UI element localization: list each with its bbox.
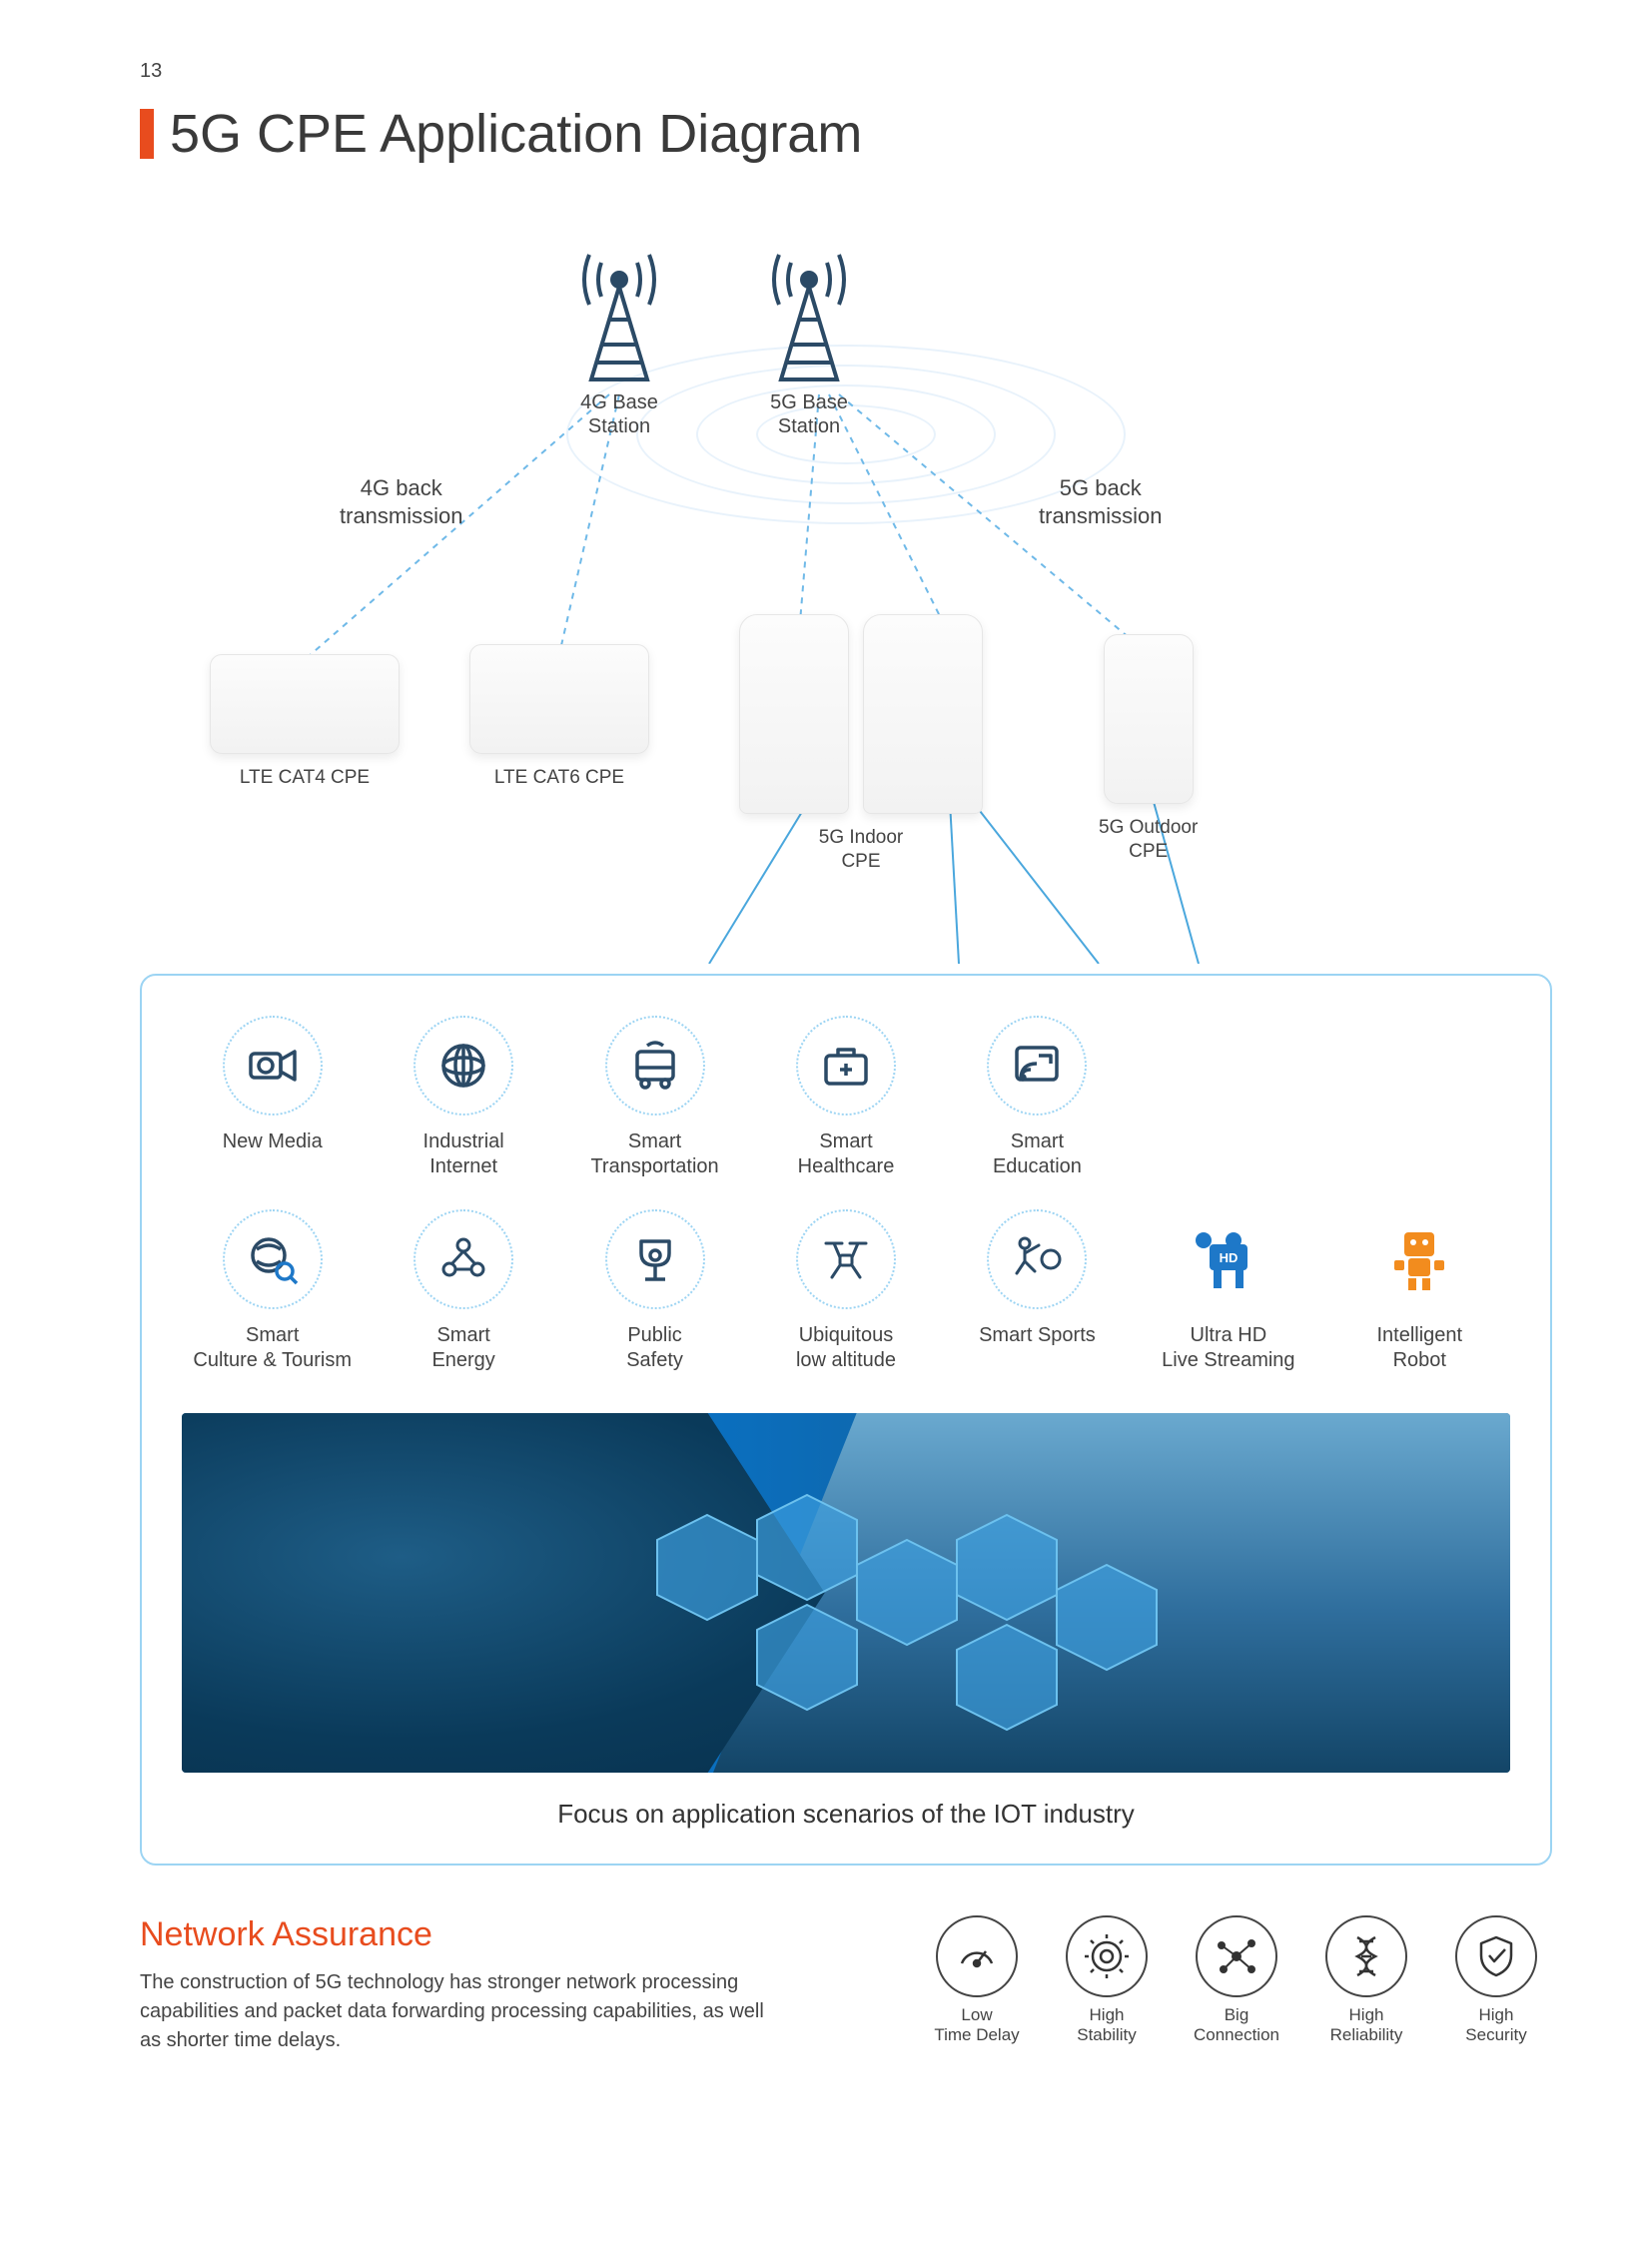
assurance-label: BigConnection <box>1194 2005 1279 2046</box>
scenario-smart-healthcare: SmartHealthcare <box>755 1016 936 1179</box>
label-4g-back-transmission: 4G backtransmission <box>340 474 462 529</box>
scenario-robot: IntelligentRobot <box>1329 1209 1510 1373</box>
assurance-high-stability: HighStability <box>1051 1915 1163 2055</box>
tower-4g-label: 4G BaseStation <box>580 390 658 438</box>
scenario-label: IntelligentRobot <box>1376 1323 1462 1373</box>
page-number: 13 <box>140 60 1552 83</box>
robot-icon <box>1369 1209 1469 1309</box>
scenario-smart-sports: Smart Sports <box>947 1209 1128 1373</box>
assurance-section: Network Assurance The construction of 5G… <box>140 1866 1552 2055</box>
cpe-outdoor-icon <box>1104 634 1194 804</box>
scenario-grid: New Media IndustrialInternet SmartTranspor… <box>182 1016 1510 1373</box>
page-title: 5G CPE Application Diagram <box>170 103 862 165</box>
medkit-icon <box>796 1016 896 1116</box>
hd-camera-icon: HD <box>1179 1209 1278 1309</box>
scenario-panel: New Media IndustrialInternet SmartTranspor… <box>140 974 1552 1866</box>
scenario-label: SmartTransportation <box>590 1129 718 1179</box>
scenario-smart-transport: SmartTransportation <box>564 1016 745 1179</box>
dna-icon <box>1325 1915 1407 1997</box>
assurance-low-delay: LowTime Delay <box>921 1915 1033 2055</box>
hexagon-overlay-icon <box>647 1485 1167 1765</box>
router-box-icon <box>469 644 649 754</box>
router-box-icon <box>210 654 400 754</box>
device-label: 5G OutdoorCPE <box>1099 816 1198 864</box>
label-5g-back-transmission: 5G backtransmission <box>1039 474 1162 529</box>
scenario-label: SmartCulture & Tourism <box>193 1323 352 1373</box>
device-5g-outdoor: 5G OutdoorCPE <box>1099 634 1198 864</box>
bus-icon <box>605 1016 705 1116</box>
cctv-icon <box>605 1209 705 1309</box>
scenario-label: Smart Sports <box>979 1323 1096 1348</box>
tower-4g: 4G BaseStation <box>569 225 669 438</box>
device-label: LTE CAT4 CPE <box>240 766 370 790</box>
assurance-big-connection: BigConnection <box>1181 1915 1292 2055</box>
scenario-ultra-hd: HD Ultra HDLive Streaming <box>1138 1209 1318 1373</box>
scenario-label: New Media <box>223 1129 323 1154</box>
volleyball-icon <box>987 1209 1087 1309</box>
network-icon <box>1196 1915 1277 1997</box>
device-lte-cat4: LTE CAT4 CPE <box>210 654 400 790</box>
scenario-label: SmartEducation <box>993 1129 1082 1179</box>
scenario-label: Ultra HDLive Streaming <box>1162 1323 1294 1373</box>
scenario-public-safety: PublicSafety <box>564 1209 745 1373</box>
banner-image <box>182 1413 1510 1773</box>
scenario-label: IndustrialInternet <box>423 1129 504 1179</box>
scenario-smart-education: SmartEducation <box>947 1016 1128 1179</box>
device-lte-cat6: LTE CAT6 CPE <box>469 644 649 790</box>
assurance-high-security: HighSecurity <box>1440 1915 1552 2055</box>
antenna-tower-icon <box>759 225 859 384</box>
assurance-label: HighSecurity <box>1465 2005 1526 2046</box>
gear-target-icon <box>1066 1915 1148 1997</box>
diagram-area: 4G BaseStation 5G BaseStation 4G backtra… <box>140 225 1552 964</box>
scenario-label: PublicSafety <box>626 1323 683 1373</box>
tower-5g-label: 5G BaseStation <box>770 390 848 438</box>
device-label: LTE CAT6 CPE <box>494 766 624 790</box>
scenario-label: SmartEnergy <box>431 1323 494 1373</box>
assurance-label: HighStability <box>1077 2005 1137 2046</box>
assurance-title: Network Assurance <box>140 1915 861 1954</box>
scenario-low-altitude: Ubiquitouslow altitude <box>755 1209 936 1373</box>
cpe-tower-icon <box>863 614 983 814</box>
svg-text:HD: HD <box>1219 1250 1238 1265</box>
scenario-new-media: New Media <box>182 1016 363 1179</box>
cpe-tower-icon <box>739 614 849 814</box>
shield-check-icon <box>1455 1915 1537 1997</box>
scenario-label: Ubiquitouslow altitude <box>796 1323 896 1373</box>
banner-caption: Focus on application scenarios of the IO… <box>182 1799 1510 1830</box>
globe-icon <box>413 1016 513 1116</box>
title-row: 5G CPE Application Diagram <box>140 103 1552 165</box>
antenna-tower-icon <box>569 225 669 384</box>
cast-icon <box>987 1016 1087 1116</box>
assurance-high-reliability: HighReliability <box>1310 1915 1422 2055</box>
scenario-industrial-internet: IndustrialInternet <box>373 1016 553 1179</box>
device-label: 5G IndoorCPE <box>819 826 904 874</box>
assurance-label: LowTime Delay <box>934 2005 1019 2046</box>
title-marker <box>140 109 154 159</box>
tower-5g: 5G BaseStation <box>759 225 859 438</box>
assurance-label: HighReliability <box>1330 2005 1403 2046</box>
scenario-smart-tourism: SmartCulture & Tourism <box>182 1209 363 1373</box>
drone-icon <box>796 1209 896 1309</box>
gauge-icon <box>936 1915 1018 1997</box>
device-5g-indoor: 5G IndoorCPE <box>739 614 983 874</box>
scenario-label: SmartHealthcare <box>798 1129 895 1179</box>
earth-search-icon <box>223 1209 323 1309</box>
assurance-text: The construction of 5G technology has st… <box>140 1968 779 2055</box>
assurance-icons-row: LowTime Delay HighStability BigConnection H… <box>921 1915 1552 2055</box>
scenario-smart-energy: SmartEnergy <box>373 1209 553 1373</box>
camera-icon <box>223 1016 323 1116</box>
molecule-icon <box>413 1209 513 1309</box>
